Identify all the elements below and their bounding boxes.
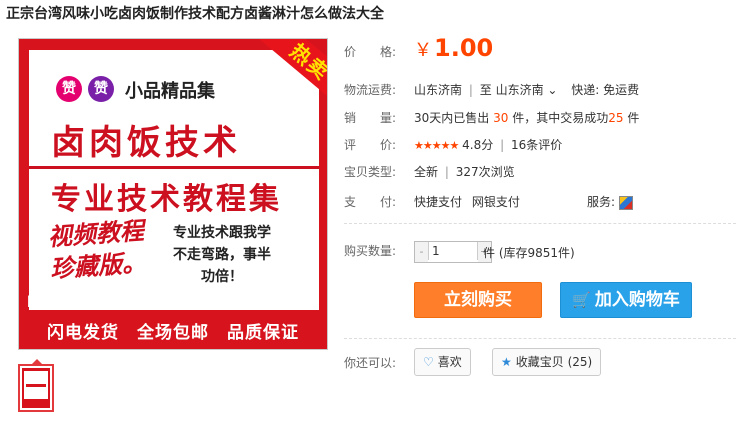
product-title: 正宗台湾风味小吃卤肉饭制作技术配方卤酱淋汁怎么做法大全 (6, 6, 384, 22)
image-slogan-line: 不走弯路，事半 (173, 247, 271, 263)
badge-circle-icon: 赞 (56, 76, 82, 102)
rating-value: ★★★★★ 4.8分 | 16条评价 (414, 136, 562, 153)
sales-value: 30天内已售出 30 件，其中交易成功25 件 (414, 109, 639, 126)
payment-value: 快捷支付 网银支付 (414, 193, 520, 210)
quantity-stepper: - + (414, 241, 492, 263)
image-video-line: 珍藏版。 (49, 248, 147, 284)
ship-to-dropdown[interactable]: 山东济南 (496, 83, 544, 97)
image-headline: 卤肉饭技术 (51, 123, 241, 163)
ship-to-word: 至 (479, 83, 492, 97)
quantity-input[interactable] (428, 242, 478, 260)
product-thumbnail[interactable] (18, 359, 54, 412)
rating-score: 4.8分 (462, 138, 494, 152)
like-button[interactable]: ♡ 喜欢 (414, 348, 471, 376)
sales-suffix: 件 (627, 111, 640, 125)
rating-sep: | (500, 138, 505, 152)
add-to-cart-button[interactable]: 🛒 加入购物车 (560, 282, 692, 318)
divider (344, 338, 736, 339)
badge-circle-icon: 赞 (88, 76, 114, 102)
ship-separator: | (468, 83, 473, 97)
star-icon: ★ (501, 355, 512, 369)
sales-mid: 件，其中交易成功 (512, 111, 609, 125)
star-rating-icon: ★★★★★ (414, 139, 459, 152)
payment-bank[interactable]: 网银支付 (472, 195, 520, 209)
type-sep: | (444, 165, 449, 179)
reviews-link[interactable]: 16条评价 (511, 138, 562, 152)
image-bottom-text: 闪电发货 全场包邮 品质保证 (47, 323, 299, 343)
service-icon[interactable] (619, 195, 634, 210)
thumbnail-line (26, 384, 46, 387)
type-value: 全新 | 327次浏览 (414, 163, 515, 180)
item-condition: 全新 (414, 165, 439, 179)
image-video-text: 视频教程 珍藏版。 (47, 215, 147, 286)
chevron-down-icon[interactable]: ⌄ (547, 83, 557, 97)
sales-success: 25 (608, 111, 624, 125)
stock-text: 件 (库存9851件) (483, 246, 575, 260)
price-amount: 1.00 (434, 34, 494, 62)
product-main-image: 赞 赞 小品精品集 卤肉饭技术 专业技术教程集 视频教程 珍藏版。 专业技术跟我… (18, 38, 328, 350)
image-slogan: 专业技术跟我学 不走弯路，事半 功倍！ (173, 222, 271, 288)
ship-from: 山东济南 (414, 83, 463, 97)
cart-icon: 🛒 (572, 291, 591, 309)
image-slogan-line: 功倍！ (201, 269, 243, 285)
rating-label: 评 价: (344, 138, 397, 152)
shipping-label: 物流运费: (344, 83, 397, 97)
quantity-label: 购买数量: (344, 244, 397, 258)
express-fee: 快递: 免运费 (571, 83, 640, 97)
favorite-button[interactable]: ★ 收藏宝贝 (25) (492, 348, 602, 376)
thumbnail-panel (24, 371, 48, 399)
quantity-decrease-button[interactable]: - (415, 242, 428, 262)
service-block: 服务: (587, 193, 634, 210)
image-divider (29, 166, 319, 169)
image-series-text: 小品精品集 (125, 81, 215, 102)
payment-quick[interactable]: 快捷支付 (414, 195, 462, 209)
sales-count: 30 (493, 111, 509, 125)
buy-now-button[interactable]: 立刻购买 (414, 282, 542, 318)
type-label: 宝贝类型: (344, 165, 397, 179)
thumbnail-pointer-icon (31, 359, 43, 365)
price-value: ￥1.00 (414, 34, 493, 62)
sales-label: 销 量: (344, 111, 397, 125)
sales-prefix: 30天内已售出 (414, 111, 490, 125)
image-white-panel: 赞 赞 小品精品集 卤肉饭技术 专业技术教程集 视频教程 珍藏版。 专业技术跟我… (29, 50, 319, 310)
service-label: 服务: (587, 195, 616, 209)
payment-label: 支 付: (344, 195, 397, 209)
divider (344, 223, 736, 224)
thumbnail-image (22, 368, 50, 408)
heart-icon: ♡ (423, 355, 434, 369)
currency-symbol: ￥ (414, 40, 432, 61)
add-to-cart-label: 加入购物车 (594, 290, 680, 310)
also-label: 你还可以: (344, 356, 397, 370)
like-label: 喜欢 (437, 355, 462, 369)
price-label: 价 格: (344, 45, 397, 59)
shipping-value: 山东济南 | 至 山东济南 ⌄ 快递: 免运费 (414, 81, 639, 98)
image-slogan-line: 专业技术跟我学 (173, 225, 271, 241)
image-subheadline: 专业技术教程集 (51, 182, 282, 217)
image-shop-url: http://shop102803315.taobao.com (26, 293, 320, 311)
view-count: 327次浏览 (455, 165, 515, 179)
favorite-label: 收藏宝贝 (25) (515, 355, 593, 369)
